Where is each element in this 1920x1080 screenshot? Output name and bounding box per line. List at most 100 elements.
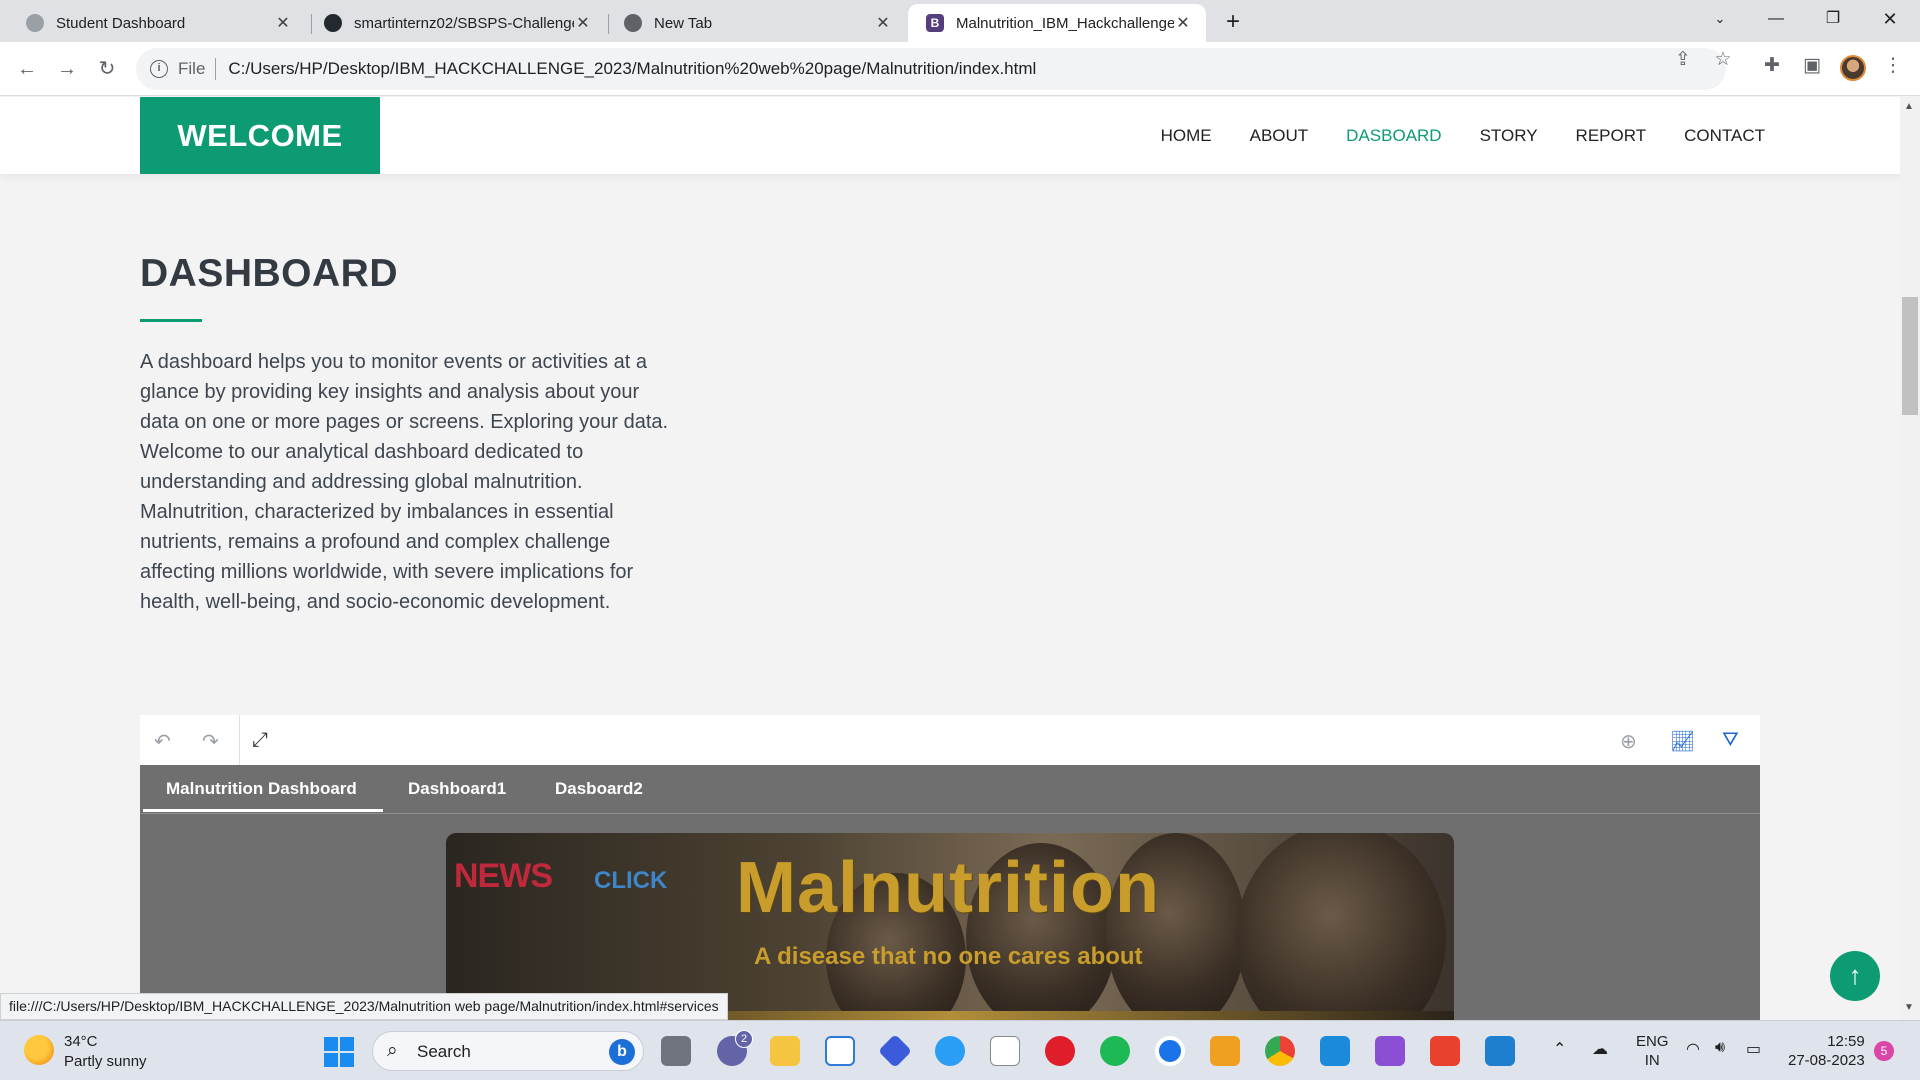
edge-icon[interactable]: [935, 1036, 965, 1066]
camera-icon[interactable]: [1430, 1036, 1460, 1066]
filter-icon[interactable]: ⛛: [1722, 729, 1739, 752]
menu-kebab-icon[interactable]: ⋮: [1878, 54, 1908, 77]
site-logo[interactable]: WELCOME: [140, 97, 380, 174]
clock-time: 12:59: [1827, 1033, 1865, 1050]
new-tab-button[interactable]: +: [1218, 8, 1248, 38]
nav-story[interactable]: STORY: [1480, 126, 1538, 146]
active-tab-indicator: [143, 809, 383, 812]
windows-start-icon[interactable]: [324, 1037, 354, 1067]
dashboard-tabs: Malnutrition Dashboard Dashboard1 Dasboa…: [140, 765, 1760, 813]
volume-icon[interactable]: 🔊︎: [1715, 1039, 1725, 1057]
spotify-icon[interactable]: [1100, 1036, 1130, 1066]
clock-date: 27-08-2023: [1788, 1052, 1865, 1069]
region-code: IN: [1644, 1052, 1660, 1069]
malnutrition-banner-image: NEWS CLICK Malnutrition A disease that n…: [446, 833, 1454, 1020]
taskbar-search[interactable]: ⌕ Search b: [372, 1031, 644, 1071]
system-clock[interactable]: 12:59 27-08-2023: [1788, 1032, 1865, 1070]
profile-avatar[interactable]: [1840, 55, 1866, 81]
tab-search-icon[interactable]: ⌄: [1692, 0, 1748, 40]
photos-icon[interactable]: [1320, 1036, 1350, 1066]
weather-temperature[interactable]: 34°C: [64, 1033, 98, 1050]
info-icon[interactable]: i: [150, 60, 168, 78]
close-tab-icon[interactable]: ✕: [274, 13, 292, 33]
tab-dashboard2[interactable]: Dasboard2: [555, 765, 643, 813]
badge-icon[interactable]: [1210, 1036, 1240, 1066]
share-icon[interactable]: ⇪: [1668, 48, 1698, 71]
tab-new-tab[interactable]: New Tab ✕: [606, 4, 906, 42]
globe-icon: [26, 14, 44, 32]
side-panel-icon[interactable]: ▣: [1797, 54, 1827, 77]
main-nav: HOME ABOUT DASBOARD STORY REPORT CONTACT: [1123, 97, 1765, 174]
file-explorer-icon[interactable]: [770, 1036, 800, 1066]
minimize-button[interactable]: —: [1748, 0, 1804, 40]
page-viewport: WELCOME HOME ABOUT DASBOARD STORY REPORT…: [0, 97, 1900, 1020]
tab-malnutrition-dashboard[interactable]: Malnutrition Dashboard: [166, 765, 357, 813]
nav-contact[interactable]: CONTACT: [1684, 126, 1765, 146]
task-view-icon[interactable]: [661, 1036, 691, 1066]
page-scrollbar[interactable]: ▲ ▼: [1900, 97, 1920, 1020]
clipchamp-icon[interactable]: [1375, 1036, 1405, 1066]
vscode-icon[interactable]: [1485, 1036, 1515, 1066]
language-indicator[interactable]: ENG IN: [1636, 1032, 1669, 1070]
scroll-down-icon[interactable]: ▼: [1904, 1002, 1914, 1013]
tray-overflow-icon[interactable]: ⌃: [1553, 1039, 1566, 1059]
scheme-label: File: [178, 59, 206, 78]
close-tab-icon[interactable]: ✕: [574, 13, 592, 33]
browser-toolbar: ← → ↻ i File C:/Users/HP/Desktop/IBM_HAC…: [0, 42, 1920, 96]
tab-title: Malnutrition_IBM_Hackchallenge: [956, 14, 1174, 32]
bing-icon[interactable]: b: [609, 1039, 635, 1065]
opera-icon[interactable]: [1045, 1036, 1075, 1066]
tab-student-dashboard[interactable]: Student Dashboard ✕: [8, 4, 306, 42]
bookmark-star-icon[interactable]: ☆: [1708, 48, 1738, 71]
redo-icon[interactable]: ↷: [202, 729, 219, 754]
banner-brand-news: NEWS: [454, 857, 553, 895]
windows-taskbar: 34°C Partly sunny ⌕ Search b 2 ⌃ ☁ ENG I…: [0, 1020, 1920, 1080]
nav-home[interactable]: HOME: [1161, 126, 1212, 146]
zoom-icon[interactable]: ⊕: [1620, 729, 1637, 754]
tab-malnutrition[interactable]: B Malnutrition_IBM_Hackchallenge ✕: [908, 4, 1206, 42]
address-divider: [215, 58, 217, 80]
onedrive-icon[interactable]: ☁: [1592, 1039, 1608, 1059]
reload-icon[interactable]: ↻: [92, 54, 122, 84]
close-tab-icon[interactable]: ✕: [1174, 13, 1192, 33]
microsoft-store-icon[interactable]: [825, 1036, 855, 1066]
back-to-top-button[interactable]: ↑: [1830, 951, 1880, 1001]
weather-description[interactable]: Partly sunny: [64, 1053, 147, 1070]
forward-icon[interactable]: →: [52, 54, 82, 84]
banner-face: [1236, 833, 1446, 1020]
game-icon[interactable]: [990, 1036, 1020, 1066]
tab-github[interactable]: smartinternz02/SBSPS-Challenge ✕: [306, 4, 606, 42]
close-window-button[interactable]: ✕: [1862, 0, 1918, 40]
media-player-icon[interactable]: [878, 1034, 912, 1068]
bootstrap-icon: B: [926, 14, 944, 32]
site-header: WELCOME HOME ABOUT DASBOARD STORY REPORT…: [0, 97, 1900, 174]
weather-sun-icon[interactable]: [24, 1035, 54, 1065]
address-url[interactable]: C:/Users/HP/Desktop/IBM_HACKCHALLENGE_20…: [228, 59, 1036, 79]
teams-badge: 2: [735, 1030, 753, 1048]
battery-icon[interactable]: ▭: [1746, 1039, 1761, 1059]
nav-report[interactable]: REPORT: [1576, 126, 1647, 146]
app-icon[interactable]: [1155, 1036, 1185, 1066]
banner-title: Malnutrition: [736, 848, 1160, 928]
scrollbar-thumb[interactable]: [1902, 297, 1918, 415]
back-icon[interactable]: ←: [12, 54, 42, 84]
chart-icon[interactable]: 📈︎: [1670, 729, 1695, 754]
address-bar[interactable]: i File C:/Users/HP/Desktop/IBM_HACKCHALL…: [136, 48, 1726, 90]
tab-dashboard1[interactable]: Dashboard1: [408, 765, 506, 813]
section-description: A dashboard helps you to monitor events …: [140, 351, 669, 613]
wifi-icon[interactable]: ◠: [1686, 1039, 1700, 1059]
banner-brand-click: CLICK: [594, 867, 668, 894]
extensions-icon[interactable]: ✚: [1757, 54, 1787, 77]
teams-icon[interactable]: 2: [717, 1030, 753, 1066]
close-tab-icon[interactable]: ✕: [874, 13, 892, 33]
nav-dashboard[interactable]: DASBOARD: [1346, 126, 1441, 146]
restore-button[interactable]: ❐: [1805, 0, 1861, 40]
chrome-taskbar-icon[interactable]: [1265, 1036, 1295, 1066]
fullscreen-icon[interactable]: ⤢: [252, 729, 268, 752]
tab-title: New Tab: [654, 14, 713, 32]
section-title: DASHBOARD: [140, 252, 398, 295]
nav-about[interactable]: ABOUT: [1250, 126, 1309, 146]
undo-icon[interactable]: ↶: [154, 729, 171, 754]
notification-badge[interactable]: 5: [1874, 1041, 1894, 1061]
scroll-up-icon[interactable]: ▲: [1904, 101, 1914, 112]
